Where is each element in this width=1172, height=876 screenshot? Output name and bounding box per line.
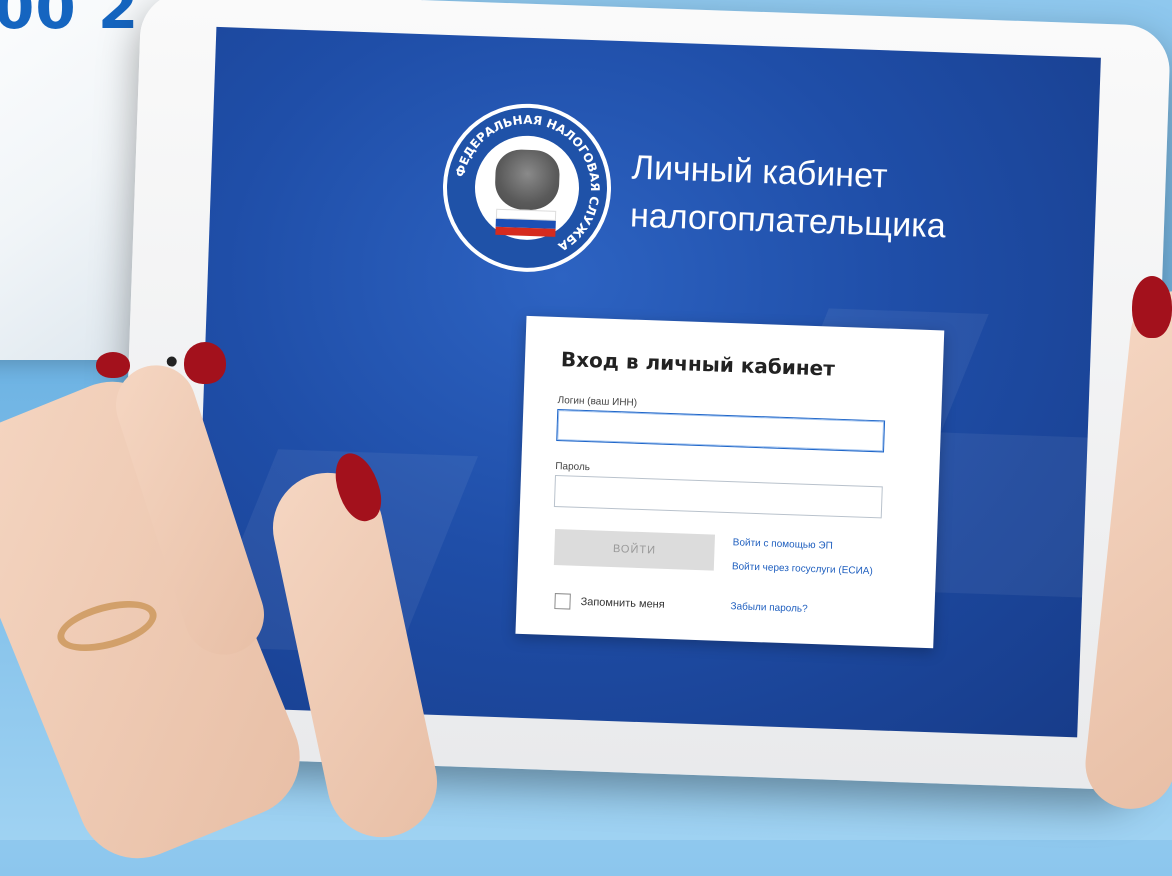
login-card: Вход в личный кабинет Логин (ваш ИНН) Па… [515,315,945,649]
fingernail-image [96,352,130,378]
fingernail-image [1132,276,1172,338]
login-field-label: Логин (ваш ИНН) [557,395,638,409]
remember-me-checkbox[interactable] [554,593,571,610]
portal-title-line2: налогоплательщика [629,196,947,246]
password-field-label: Пароль [555,460,591,474]
remember-me-control[interactable]: Запомнить меня [554,593,665,613]
login-heading: Вход в личный кабинет [560,347,836,381]
gosuslugi-login-link[interactable]: Войти через госуслуги (ЕСИА) [732,561,873,577]
login-inn-input[interactable] [556,409,886,453]
portal-title: Личный кабинет налогоплательщика [629,143,948,250]
esign-login-link[interactable]: Войти с помощью ЭП [733,537,833,551]
fns-emblem-logo: ФЕДЕРАЛЬНАЯ НАЛОГОВАЯ СЛУЖБА [440,100,614,275]
tablet-device: ФЕДЕРАЛЬНАЯ НАЛОГОВАЯ СЛУЖБА Личный каби… [114,0,1172,791]
eagle-emblem-icon [494,148,561,211]
remember-me-label: Запомнить меня [580,595,665,611]
fingernail-image [184,342,226,384]
forgot-password-link[interactable]: Забыли пароль? [730,601,808,615]
password-input[interactable] [553,474,883,519]
camera-icon [166,356,177,367]
russian-flag-icon [495,208,557,237]
login-submit-button[interactable]: ВОЙТИ [553,529,716,571]
